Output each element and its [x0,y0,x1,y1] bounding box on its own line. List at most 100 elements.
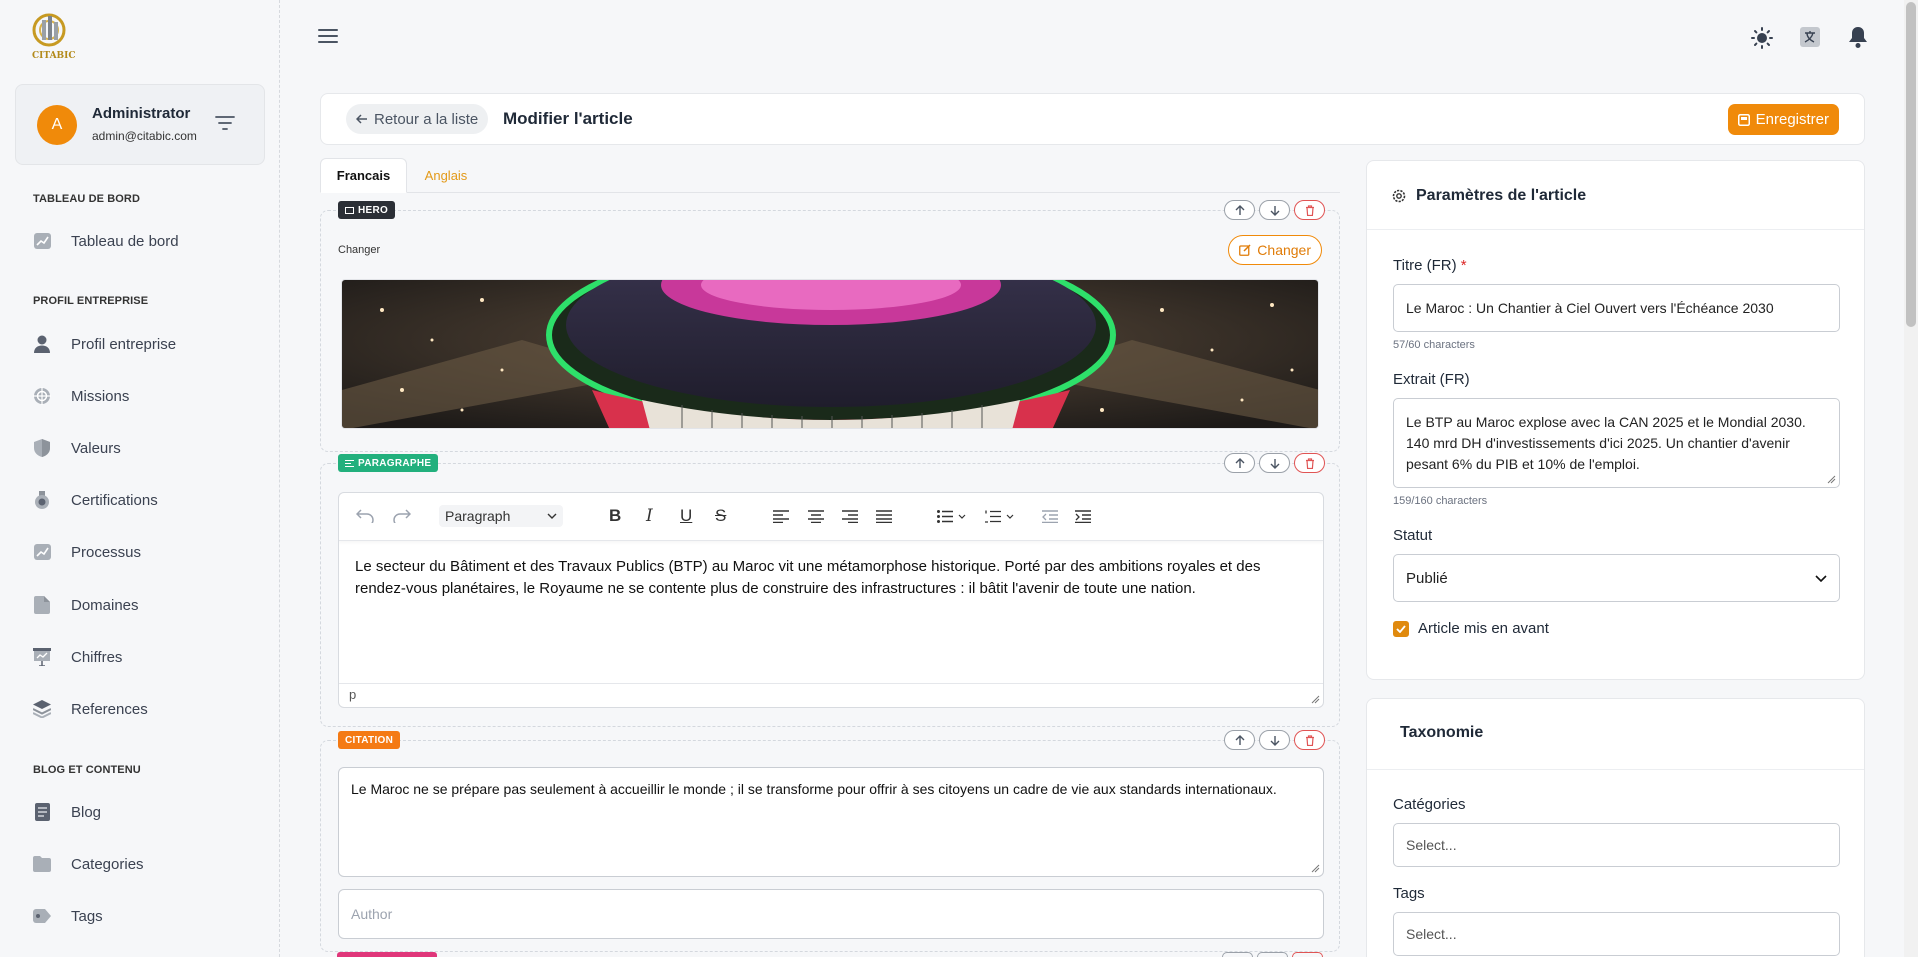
align-center-icon[interactable] [808,505,824,527]
delete-block-button[interactable] [1294,200,1325,220]
settings-header: Paramètres de l'article [1392,187,1586,205]
delete-block-button[interactable] [1294,453,1325,473]
resize-handle-icon[interactable] [1311,695,1320,704]
title-input-value: Le Maroc : Un Chantier à Ciel Ouvert ver… [1406,300,1774,316]
featured-checkbox[interactable] [1393,620,1409,637]
sidebar-item-missions[interactable]: Missions [33,379,253,413]
move-down-button[interactable] [1259,730,1290,750]
move-up-button[interactable] [1224,453,1255,473]
move-up-button[interactable] [1224,730,1255,750]
sidebar-item-categories[interactable]: Categories [33,847,253,881]
section-title-dashboard: TABLEAU DE BORD [33,193,141,205]
save-button[interactable]: Enregistrer [1727,104,1839,135]
tab-francais[interactable]: Francais [320,158,407,193]
indent-icon[interactable] [1075,505,1091,527]
sidebar-item-label: Categories [71,855,144,873]
scrollbar-thumb[interactable] [1906,2,1916,327]
title-input[interactable]: Le Maroc : Un Chantier à Ciel Ouvert ver… [1393,284,1840,332]
menu-toggle-icon[interactable] [318,28,338,44]
hero-badge-label: HERO [358,204,389,216]
editor-content[interactable]: Le secteur du Bâtiment et des Travaux Pu… [355,556,1310,600]
hero-image[interactable] [341,279,1319,429]
excerpt-value: Le BTP au Maroc explose avec la CAN 2025… [1406,414,1806,472]
author-input[interactable]: Author [338,889,1324,939]
user-card[interactable]: A Administrator admin@citabic.com [15,84,265,165]
sidebar-item-values[interactable]: Valeurs [33,431,253,465]
block-controls [1224,730,1325,750]
format-select-value: Paragraph [445,508,511,524]
page-title: Modifier l'article [503,109,633,128]
sidebar-item-tags[interactable]: Tags [33,899,253,933]
align-right-icon[interactable] [842,505,858,527]
status-select[interactable]: Publié [1393,554,1840,602]
notification-bell-icon[interactable] [1849,27,1867,48]
resize-handle-icon[interactable] [1827,475,1836,484]
sidebar-item-label: Certifications [71,491,158,509]
save-icon [1737,113,1750,126]
tag-icon [33,907,51,925]
filter-icon[interactable] [215,115,235,131]
align-justify-icon[interactable] [876,505,892,527]
sidebar-item-label: Tags [71,907,103,925]
medal-icon [33,491,51,509]
quote-textarea[interactable]: Le Maroc ne se prépare pas seulement à a… [338,767,1324,877]
sidebar-item-certifications[interactable]: Certifications [33,483,253,517]
move-up-button[interactable] [1224,200,1255,220]
italic-icon[interactable]: I [646,505,653,527]
language-icon[interactable] [1800,27,1820,47]
tags-select[interactable]: Select... [1393,912,1840,956]
tab-anglais[interactable]: Anglais [416,158,476,193]
settings-title: Paramètres de l'article [1416,187,1587,204]
resize-handle-icon[interactable] [1311,864,1320,873]
delete-block-button[interactable] [1294,730,1325,750]
featured-checkbox-row[interactable]: Article mis en avant [1393,620,1549,637]
user-icon [33,335,51,353]
redo-icon[interactable] [393,505,411,527]
undo-icon[interactable] [356,505,374,527]
sidebar-item-domains[interactable]: Domaines [33,588,253,622]
back-to-list-button[interactable]: Retour a la liste [346,104,489,134]
categories-select[interactable]: Select... [1393,823,1840,867]
excerpt-char-counter: 159/160 characters [1393,495,1488,507]
sidebar-item-figures[interactable]: Chiffres [33,640,253,674]
chevron-down-icon [547,513,557,519]
title-field-label: Titre (FR) * [1393,257,1467,274]
tags-field-label: Tags [1393,885,1425,902]
hero-block: HERO Changer Changer [320,200,1340,452]
format-select[interactable]: Paragraph [439,505,563,527]
underline-icon[interactable]: U [680,505,692,527]
move-down-button[interactable] [1259,200,1290,220]
theme-toggle-icon[interactable] [1751,27,1773,49]
taxonomy-card: Taxonomie Catégories Select... Tags Sele… [1366,698,1865,957]
brand-logo[interactable]: CITABIC [30,10,76,62]
sidebar-item-company-profile[interactable]: Profil entreprise [33,327,253,361]
shield-icon [33,439,51,457]
sidebar-item-processes[interactable]: Processus [33,535,253,569]
sidebar-item-blog[interactable]: Blog [33,795,253,829]
bold-icon[interactable]: B [609,505,621,527]
editor-statusbar: p [339,683,1323,707]
sidebar-item-dashboard[interactable]: Tableau de bord [33,224,253,258]
outdent-icon[interactable] [1042,505,1058,527]
move-down-button[interactable] [1259,453,1290,473]
sidebar-item-references[interactable]: References [33,692,253,726]
folder-icon [33,855,51,873]
title-label-text: Titre (FR) [1393,257,1457,274]
strikethrough-icon[interactable]: S [715,505,726,527]
sidebar-item-label: Missions [71,387,130,405]
numbered-list-icon[interactable] [985,505,1015,527]
hero-image-label: Changer [338,244,381,256]
page-header: Retour a la liste Modifier l'article Enr… [320,93,1865,145]
excerpt-textarea[interactable]: Le BTP au Maroc explose avec la CAN 2025… [1393,398,1840,488]
brand-logo-text: CITABIC [32,51,76,61]
categories-placeholder: Select... [1406,837,1457,853]
sidebar-item-label: Domaines [71,596,139,614]
bullet-list-icon[interactable] [937,505,967,527]
save-button-label: Enregistrer [1755,111,1829,128]
align-left-icon[interactable] [773,505,789,527]
featured-label: Article mis en avant [1418,620,1549,637]
section-title-company: PROFIL ENTREPRISE [33,295,149,307]
change-image-button[interactable]: Changer [1228,235,1322,265]
title-char-counter: 57/60 characters [1393,339,1475,351]
page-scrollbar[interactable] [1904,0,1918,957]
